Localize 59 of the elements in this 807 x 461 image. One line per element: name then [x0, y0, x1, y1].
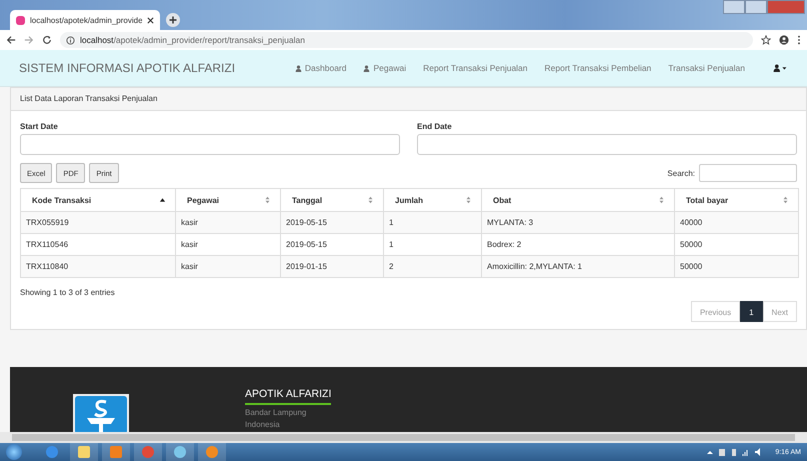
new-tab-icon[interactable]: [166, 13, 180, 27]
footer-text: Indonesia: [245, 420, 281, 429]
pagination-link[interactable]: 1: [740, 301, 763, 322]
favicon-icon: [16, 16, 25, 24]
footer-text: Bandar Lampung: [245, 408, 308, 417]
pharmacy-logo-icon: [73, 394, 129, 432]
browser-tab[interactable]: localhost/apotek/admin_provide: [10, 10, 160, 30]
table-cell: 1: [384, 212, 482, 234]
forward-icon[interactable]: [24, 35, 34, 45]
nav-link[interactable]: Transaksi Penjualan: [668, 63, 745, 73]
account-icon[interactable]: [779, 35, 789, 45]
reload-icon[interactable]: [42, 35, 52, 45]
nav-link[interactable]: Dashboard: [294, 63, 346, 73]
nav-link[interactable]: Report Transaksi Pembelian: [544, 63, 652, 73]
close-icon[interactable]: [147, 16, 154, 24]
nav-link[interactable]: Report Transaksi Penjualan: [423, 63, 528, 73]
table-cell: 2019-01-15: [280, 256, 384, 278]
panel-heading: List Data Laporan Transaksi Penjualan: [11, 88, 806, 111]
table-cell: kasir: [176, 256, 280, 278]
search-label: Search:: [667, 168, 695, 178]
nav-link[interactable]: Pegawai: [363, 63, 406, 73]
start-date-label: Start Date: [20, 122, 59, 131]
taskbar-app-icon[interactable]: [166, 443, 194, 461]
start-button[interactable]: [6, 444, 22, 460]
end-date-label: End Date: [417, 122, 453, 131]
table-cell: TRX110840: [20, 256, 176, 278]
brand-title[interactable]: SISTEM INFORMASI APOTIK ALFARIZI: [19, 61, 236, 75]
info-icon[interactable]: [66, 36, 75, 44]
end-date-field[interactable]: [417, 134, 797, 155]
taskbar-app-icon[interactable]: [198, 443, 226, 461]
column-header[interactable]: Tanggal: [280, 188, 384, 212]
user-icon: [294, 64, 302, 72]
column-header[interactable]: Kode Transaksi: [20, 188, 176, 212]
table-cell: MYLANTA: 3: [482, 212, 674, 234]
column-header[interactable]: Obat: [482, 188, 674, 212]
entries-info: Showing 1 to 3 of 3 entries: [20, 288, 116, 297]
table-cell: Amoxicillin: 2,MYLANTA: 1: [482, 256, 674, 278]
start-date-field[interactable]: [20, 134, 400, 155]
table-cell: kasir: [176, 212, 280, 234]
back-icon[interactable]: [6, 35, 16, 45]
menu-icon[interactable]: [797, 35, 801, 45]
taskbar-app-icon[interactable]: [70, 443, 98, 461]
address-field[interactable]: localhost/apotek/admin_provider/report/transaksi_penjualan: [60, 32, 753, 48]
user-menu-icon[interactable]: [772, 64, 788, 72]
table-cell: 40000: [674, 212, 798, 234]
window-controls-icon[interactable]: [723, 0, 805, 14]
star-icon[interactable]: [761, 35, 771, 45]
column-header[interactable]: Pegawai: [176, 188, 280, 212]
column-header[interactable]: Jumlah: [384, 188, 482, 212]
table-cell: TRX055919: [20, 212, 176, 234]
horizontal-scrollbar[interactable]: [0, 432, 807, 443]
table-cell: 2: [384, 256, 482, 278]
column-header[interactable]: Total bayar: [674, 188, 798, 212]
search-field[interactable]: [699, 164, 797, 182]
user-icon: [363, 64, 370, 72]
table-cell: 2019-05-15: [280, 212, 384, 234]
taskbar-app-icon[interactable]: [102, 443, 130, 461]
table-cell: 50000: [674, 256, 798, 278]
footer-title: APOTIK ALFARIZI: [245, 388, 332, 405]
